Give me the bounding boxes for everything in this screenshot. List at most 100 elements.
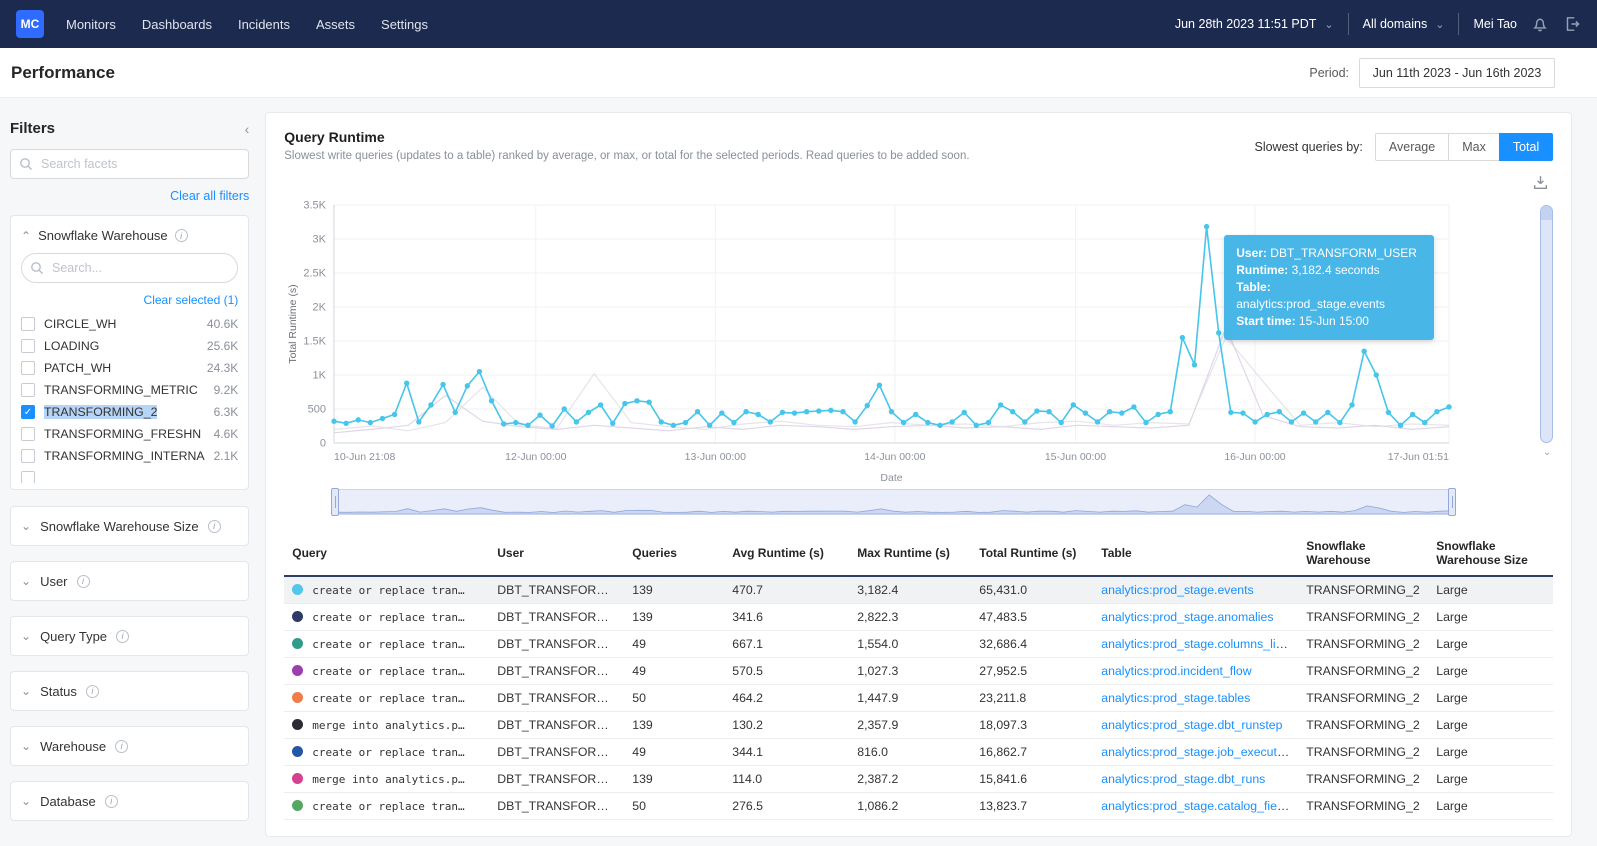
- y-zoom-slider[interactable]: [1540, 205, 1553, 443]
- total-cell: 15,841.6: [971, 766, 1093, 793]
- query-cell: create or replace tran…: [284, 604, 489, 631]
- table-link[interactable]: analytics:prod_stage.tables: [1101, 691, 1250, 705]
- facet-count: 24.3K: [207, 361, 238, 375]
- period-range-input[interactable]: [1359, 58, 1555, 88]
- facet-item[interactable]: LOADING25.6K: [21, 335, 238, 357]
- facet-item[interactable]: TRANSFORMING_INTERNA2.1K: [21, 445, 238, 467]
- checkbox-unchecked[interactable]: [21, 427, 35, 441]
- nav-item-assets[interactable]: Assets: [316, 17, 355, 32]
- page-header: Performance Period:: [0, 48, 1597, 98]
- facet-item[interactable]: TRANSFORMING_METRIC9.2K: [21, 379, 238, 401]
- warehouse-cell: TRANSFORMING_2: [1298, 766, 1428, 793]
- table-row[interactable]: create or replace tran…DBT_TRANSFORM_USE…: [284, 658, 1553, 685]
- table-row[interactable]: create or replace tran…DBT_TRANSFORM_USE…: [284, 739, 1553, 766]
- queries-cell: 139: [624, 576, 724, 604]
- checkbox-unchecked[interactable]: [21, 361, 35, 375]
- app-logo[interactable]: MC: [16, 10, 44, 38]
- datetime-dropdown[interactable]: Jun 28th 2023 11:51 PDT ⌄: [1175, 17, 1334, 31]
- table-link[interactable]: analytics:prod_stage.events: [1101, 583, 1253, 597]
- checkbox-unchecked[interactable]: [21, 471, 35, 483]
- clear-selected-link[interactable]: Clear selected (1): [21, 293, 238, 307]
- filter-section-database[interactable]: ⌄Databasei: [10, 781, 249, 821]
- domain-label: All domains: [1363, 17, 1428, 31]
- facet-item[interactable]: TRANSFORMING_FRESHN4.6K: [21, 423, 238, 445]
- facet-search-input[interactable]: [21, 253, 238, 283]
- chevron-up-icon[interactable]: ⌃: [21, 229, 31, 243]
- tooltip-line: Runtime: 3,182.4 seconds: [1236, 262, 1422, 279]
- table-row[interactable]: merge into analytics.p…DBT_TRANSFORM_USE…: [284, 712, 1553, 739]
- table-row[interactable]: create or replace tran…DBT_TRANSFORM_USE…: [284, 604, 1553, 631]
- domain-dropdown[interactable]: All domains ⌄: [1363, 17, 1445, 31]
- runtime-chart[interactable]: 05001K1.5K2K2.5K3K3.5K10-Jun 21:0812-Jun…: [284, 193, 1553, 485]
- toggle-average-button[interactable]: Average: [1375, 133, 1449, 161]
- nav-item-monitors[interactable]: Monitors: [66, 17, 116, 32]
- checkbox-checked[interactable]: ✓: [21, 405, 35, 419]
- size-cell: Large: [1428, 793, 1553, 820]
- table-link[interactable]: analytics:prod_stage.catalog_fields: [1101, 799, 1292, 813]
- query-cell: create or replace tran…: [284, 685, 489, 712]
- ranking-toggle-group: AverageMaxTotal: [1375, 133, 1553, 161]
- series-color-dot: [292, 800, 303, 811]
- nav-item-settings[interactable]: Settings: [381, 17, 428, 32]
- time-range-brush[interactable]: [334, 489, 1453, 515]
- brush-handle-right[interactable]: [1448, 488, 1456, 516]
- checkbox-unchecked[interactable]: [21, 339, 35, 353]
- checkbox-unchecked[interactable]: [21, 383, 35, 397]
- table-cell: analytics:prod_stage.events: [1093, 576, 1298, 604]
- user-menu[interactable]: Mei Tao: [1473, 17, 1517, 31]
- y-zoom-arrow-icon[interactable]: ⌄: [1543, 447, 1551, 458]
- bell-icon[interactable]: [1531, 15, 1549, 33]
- table-link[interactable]: analytics:prod_stage.columns_lineage: [1101, 637, 1298, 651]
- table-row[interactable]: create or replace tran…DBT_TRANSFORM_USE…: [284, 576, 1553, 604]
- y-zoom-thumb[interactable]: [1541, 206, 1552, 220]
- info-icon: i: [105, 795, 118, 808]
- toggle-total-button[interactable]: Total: [1499, 133, 1553, 161]
- collapse-sidebar-icon[interactable]: ‹: [245, 121, 250, 137]
- search-icon: [19, 157, 33, 171]
- facet-item[interactable]: PATCH_WH24.3K: [21, 357, 238, 379]
- nav-item-incidents[interactable]: Incidents: [238, 17, 290, 32]
- checkbox-unchecked[interactable]: [21, 317, 35, 331]
- filter-section-warehouse[interactable]: ⌄Warehousei: [10, 726, 249, 766]
- filter-section-user[interactable]: ⌄Useri: [10, 561, 249, 601]
- info-icon: i: [86, 685, 99, 698]
- facet-item[interactable]: CIRCLE_WH40.6K: [21, 313, 238, 335]
- table-link[interactable]: analytics:prod_stage.anomalies: [1101, 610, 1273, 624]
- avg-cell: 470.7: [724, 576, 849, 604]
- filter-section-query-type[interactable]: ⌄Query Typei: [10, 616, 249, 656]
- search-facets-input[interactable]: [10, 149, 249, 179]
- column-header: Table: [1093, 531, 1298, 576]
- logout-icon[interactable]: [1563, 15, 1581, 33]
- checkbox-unchecked[interactable]: [21, 449, 35, 463]
- max-cell: 1,027.3: [849, 658, 971, 685]
- brush-handle-left[interactable]: [331, 488, 339, 516]
- table-row[interactable]: create or replace tran…DBT_TRANSFORM_USE…: [284, 631, 1553, 658]
- query-cell: merge into analytics.p…: [284, 766, 489, 793]
- download-icon[interactable]: [1532, 174, 1549, 191]
- filter-section-label: Database: [40, 794, 96, 809]
- toggle-max-button[interactable]: Max: [1448, 133, 1500, 161]
- facet-item-partial[interactable]: [21, 467, 238, 483]
- table-link[interactable]: analytics:prod_stage.job_executions: [1101, 745, 1298, 759]
- table-link[interactable]: analytics:prod_stage.dbt_runs: [1101, 772, 1265, 786]
- column-header: Queries: [624, 531, 724, 576]
- table-row[interactable]: create or replace tran…DBT_TRANSFORM_USE…: [284, 685, 1553, 712]
- facet-count: 6.3K: [214, 405, 239, 419]
- svg-text:13-Jun 00:00: 13-Jun 00:00: [685, 451, 746, 463]
- table-link[interactable]: analytics:prod_stage.dbt_runstep: [1101, 718, 1282, 732]
- facet-item[interactable]: ✓TRANSFORMING_26.3K: [21, 401, 238, 423]
- filter-section-status[interactable]: ⌄Statusi: [10, 671, 249, 711]
- filter-section-snowflake-warehouse-size[interactable]: ⌄Snowflake Warehouse Sizei: [10, 506, 249, 546]
- table-row[interactable]: merge into analytics.p…DBT_TRANSFORM_USE…: [284, 766, 1553, 793]
- table-cell: analytics:prod_stage.anomalies: [1093, 604, 1298, 631]
- chevron-down-icon: ⌄: [21, 739, 31, 753]
- total-cell: 18,097.3: [971, 712, 1093, 739]
- table-link[interactable]: analytics:prod.incident_flow: [1101, 664, 1251, 678]
- facet-label: TRANSFORMING_INTERNA: [44, 449, 205, 463]
- clear-all-filters-link[interactable]: Clear all filters: [10, 189, 249, 203]
- table-cell: analytics:prod_stage.catalog_fields: [1093, 793, 1298, 820]
- total-cell: 16,862.7: [971, 739, 1093, 766]
- facet-checkbox-list: CIRCLE_WH40.6KLOADING25.6KPATCH_WH24.3KT…: [21, 313, 238, 483]
- table-row[interactable]: create or replace tran…DBT_TRANSFORM_USE…: [284, 793, 1553, 820]
- nav-item-dashboards[interactable]: Dashboards: [142, 17, 212, 32]
